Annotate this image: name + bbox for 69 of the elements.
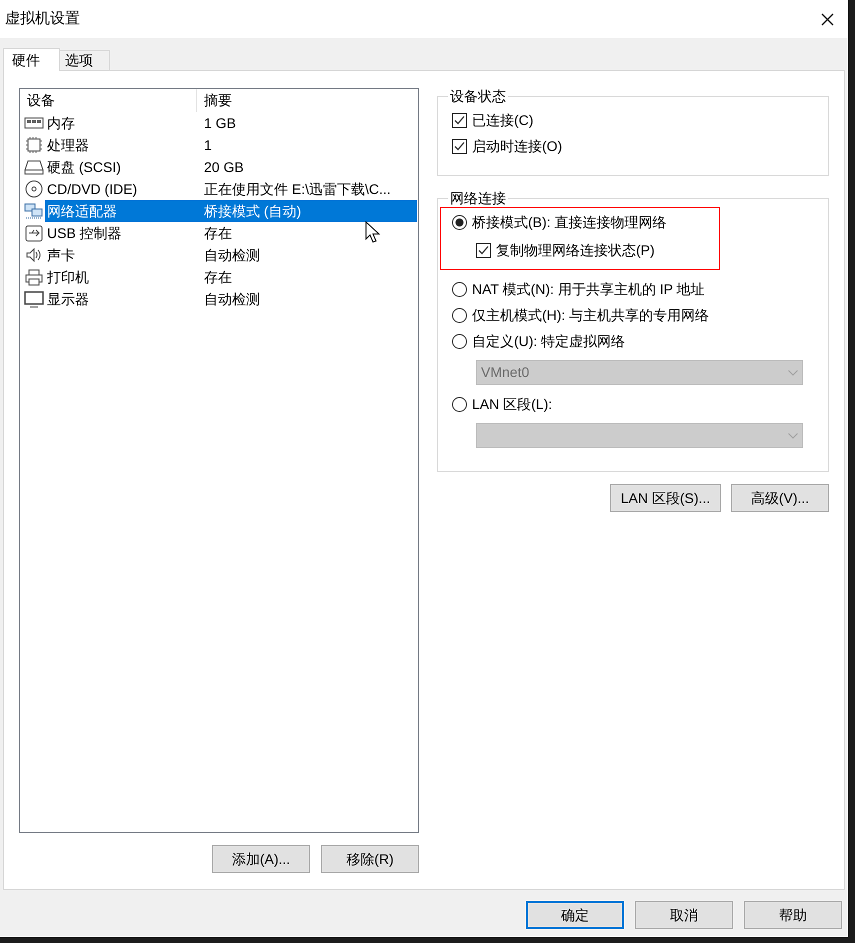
list-row[interactable]: 打印机 存在 <box>45 266 417 288</box>
checkbox-label: 已连接(C) <box>472 110 534 130</box>
table-cell-text: 网络适配器 <box>46 202 118 220</box>
column-header[interactable]: 摘要 <box>197 89 418 112</box>
radio-label: NAT 模式(N): 用于共享主机的 IP 地址 <box>472 280 705 299</box>
button[interactable]: 取消 <box>635 901 733 929</box>
checkbox-label: 启动时连接(O) <box>472 136 562 156</box>
window-title: 虚拟机设置 <box>5 8 80 29</box>
radio-button[interactable] <box>452 334 467 348</box>
close-icon[interactable] <box>821 12 834 26</box>
radio-button[interactable] <box>452 282 467 296</box>
dropdown-value: VMnet0 <box>481 363 530 382</box>
checkbox[interactable] <box>452 138 467 154</box>
tab[interactable]: 选项 <box>60 50 110 70</box>
printer-icon <box>24 268 44 286</box>
radio-label: 桥接模式(B): 直接连接物理网络 <box>472 212 666 232</box>
group-title: 设备状态 <box>449 87 507 106</box>
checkbox[interactable] <box>452 112 467 128</box>
table-cell-text: 自动检测 <box>204 290 260 308</box>
list-row[interactable]: 声卡 自动检测 <box>45 244 417 266</box>
chevron-down-icon <box>788 432 798 438</box>
radio-label: LAN 区段(L): <box>472 394 552 414</box>
drive-icon <box>24 158 44 176</box>
checkbox[interactable] <box>476 242 491 258</box>
radio-label: 仅主机模式(H): 与主机共享的专用网络 <box>472 306 710 325</box>
table-cell-text: 20 GB <box>204 158 244 176</box>
button[interactable]: 帮助 <box>744 901 842 929</box>
table-cell-text: 自动检测 <box>204 246 260 264</box>
disc-icon <box>24 180 44 198</box>
table-cell-text: 硬盘 (SCSI) <box>46 158 122 177</box>
table-cell-text: 正在使用文件 E:\迅雷下载\C... <box>204 180 391 198</box>
chevron-down-icon <box>788 370 798 376</box>
button[interactable]: 高级(V)... <box>731 484 829 512</box>
table-cell-text: 桥接模式 (自动) <box>204 202 302 221</box>
list-row[interactable]: 显示器 自动检测 <box>45 288 417 310</box>
radio-button[interactable] <box>452 396 467 412</box>
table-cell-text: 声卡 <box>46 246 76 264</box>
chip-icon <box>24 136 44 154</box>
table-cell-text: 1 GB <box>204 114 236 132</box>
table-cell-text: 处理器 <box>46 136 90 154</box>
table-cell-text: 存在 <box>204 268 232 286</box>
list-row[interactable]: 网络适配器 桥接模式 (自动) <box>45 200 417 222</box>
table-cell-text: 显示器 <box>46 290 90 308</box>
network-icon <box>24 202 44 220</box>
radio-button[interactable] <box>452 214 467 230</box>
list-row[interactable]: CD/DVD (IDE) 正在使用文件 E:\迅雷下载\C... <box>45 178 417 200</box>
button[interactable]: LAN 区段(S)... <box>610 484 721 512</box>
table-cell-text: 内存 <box>46 114 76 132</box>
list-row[interactable]: 硬盘 (SCSI) 20 GB <box>45 156 417 178</box>
column-header[interactable]: 设备 <box>20 89 197 112</box>
table-cell-text: 存在 <box>204 224 232 242</box>
table-cell-text: 1 <box>204 136 212 154</box>
tab[interactable]: 硬件 <box>3 48 60 71</box>
monitor-icon <box>24 290 44 308</box>
checkbox-label: 复制物理网络连接状态(P) <box>496 240 655 260</box>
table-cell-text: USB 控制器 <box>46 224 123 242</box>
table-cell-text: CD/DVD (IDE) <box>46 180 138 199</box>
group-title: 网络连接 <box>449 189 507 208</box>
table-cell-text: 打印机 <box>46 268 90 286</box>
button[interactable]: 添加(A)... <box>212 845 310 873</box>
list-row[interactable]: 内存 1 GB <box>45 112 417 134</box>
usb-icon <box>24 224 44 242</box>
radio-label: 自定义(U): 特定虚拟网络 <box>472 332 626 351</box>
mouse-cursor-icon <box>365 221 381 245</box>
list-row[interactable]: 处理器 1 <box>45 134 417 156</box>
button[interactable]: 移除(R) <box>321 845 419 873</box>
button[interactable]: 确定 <box>526 901 624 929</box>
list-row[interactable]: USB 控制器 存在 <box>45 222 417 244</box>
radio-button[interactable] <box>452 308 467 322</box>
